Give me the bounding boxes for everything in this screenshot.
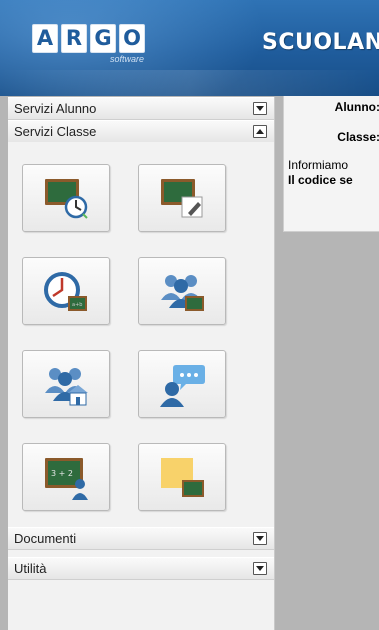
section-label: Servizi Alunno (14, 101, 97, 116)
section-documenti[interactable]: Documenti (8, 527, 274, 550)
chalkboard-math-icon: 3 + 2 (45, 458, 88, 500)
app-title: SCUOLANE (262, 30, 379, 55)
collapse-icon[interactable] (253, 125, 267, 138)
section-servizi-alunno[interactable]: Servizi Alunno (8, 97, 274, 120)
info-message-line2: Il codice se (288, 173, 353, 187)
chalkboard-pencil-icon (161, 179, 203, 218)
logo-letter: O (119, 24, 145, 53)
section-utilita[interactable]: Utilità (8, 557, 274, 580)
clock-chalkboard-icon (45, 179, 88, 219)
expand-icon[interactable] (253, 102, 267, 115)
tile-person-chat[interactable] (138, 350, 226, 418)
tile-group-board[interactable] (138, 257, 226, 325)
expand-icon[interactable] (253, 532, 267, 545)
group-chalkboard-icon (161, 275, 204, 311)
info-message-line1: Informiamo (288, 158, 349, 172)
section-label: Servizi Classe (14, 124, 97, 139)
person-chat-icon (160, 365, 205, 407)
logo-subtitle: software (109, 54, 144, 64)
tile-board-math[interactable]: 3 + 2 (22, 443, 110, 511)
tile-clock-chalkboard[interactable] (22, 164, 110, 232)
logo-letter: G (90, 24, 116, 53)
tile-group-school[interactable] (22, 350, 110, 418)
logo-letter: R (61, 24, 87, 53)
argo-logo: A R G O software (32, 24, 150, 64)
sidebar-menu: Servizi Alunno Servizi Classe a+b 3 + 2 … (8, 97, 275, 630)
app-header: A R G O software SCUOLANE (0, 0, 379, 96)
svg-text:a+b: a+b (72, 302, 82, 308)
classe-label: Classe: (337, 130, 379, 144)
alunno-label: Alunno: (334, 100, 379, 114)
group-school-icon (45, 368, 88, 406)
servizi-classe-tiles: a+b 3 + 2 (8, 142, 274, 527)
tile-clock-board[interactable]: a+b (22, 257, 110, 325)
tile-note-board[interactable] (138, 443, 226, 511)
expand-icon[interactable] (253, 562, 267, 575)
svg-text:3 + 2: 3 + 2 (51, 469, 73, 478)
sticky-note-board-icon (161, 458, 204, 497)
section-label: Utilità (14, 561, 47, 576)
tile-chalkboard-pencil[interactable] (138, 164, 226, 232)
section-label: Documenti (14, 531, 77, 546)
logo-letter: A (32, 24, 58, 53)
clock-small-board-icon: a+b (44, 272, 87, 311)
section-servizi-classe[interactable]: Servizi Classe (8, 120, 274, 143)
student-info-panel: Alunno: Classe: Informiamo Il codice se (283, 96, 379, 232)
